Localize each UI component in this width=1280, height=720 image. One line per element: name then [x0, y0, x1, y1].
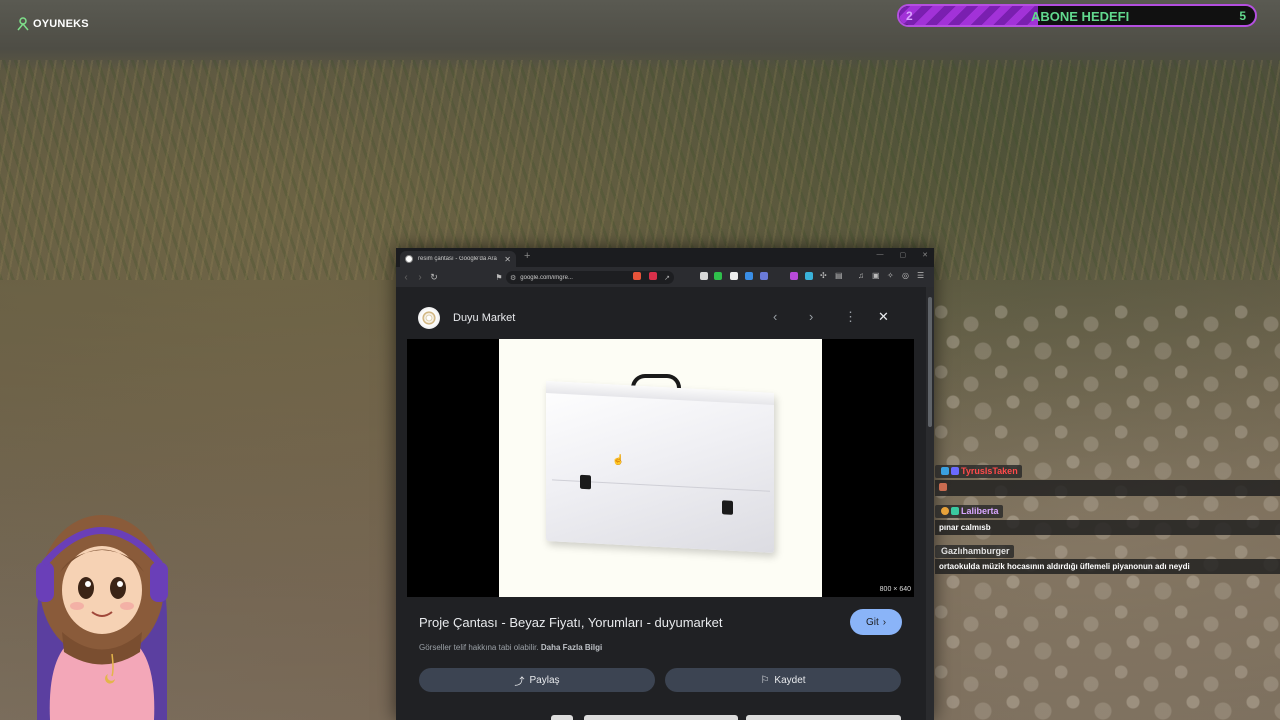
previous-image-icon[interactable]: ‹ [773, 309, 777, 324]
stream-chat: TyrusIsTaken Laliberta pınar calmısb Gaz… [935, 462, 1280, 580]
visit-label: Git [865, 616, 879, 628]
chat-message: Laliberta pınar calmısb [935, 502, 1280, 535]
related-image[interactable] [746, 715, 901, 720]
source-row: Duyu Market ‹ › ⋮ ✕ [418, 307, 903, 329]
share-icon: ⤴ [514, 676, 525, 688]
copyright-text: Görseller telif hakkına tabi olabilir. [419, 643, 539, 652]
goal-end-value: 5 [1239, 9, 1246, 23]
bag-clasp [722, 500, 733, 515]
minimize-icon[interactable]: — [877, 251, 884, 259]
next-image-icon[interactable]: › [809, 309, 813, 324]
image-dimensions: 800 × 640 [879, 586, 911, 593]
extension-icon[interactable] [760, 272, 768, 280]
tab-title: resim çantası - Google'da Ara [418, 256, 497, 262]
menu-icon[interactable]: ☰ [917, 271, 924, 280]
new-tab-button[interactable]: + [524, 250, 530, 262]
related-image[interactable] [551, 715, 573, 720]
badge-icon [941, 467, 949, 475]
chat-username: TyrusIsTaken [961, 466, 1018, 476]
background-grass [0, 60, 1280, 280]
browser-window: resim çantası - Google'da Ara ✕ + — ▢ ✕ … [396, 248, 934, 720]
related-image[interactable] [584, 715, 738, 720]
sidebar-icon[interactable]: ▤ [835, 271, 843, 280]
result-title[interactable]: Proje Çantası - Beyaz Fiyatı, Yorumları … [419, 615, 722, 630]
page-scrollbar[interactable] [926, 287, 934, 720]
source-name[interactable]: Duyu Market [453, 312, 515, 324]
white-project-bag [546, 381, 774, 553]
goal-start-value: 2 [906, 9, 913, 23]
maximize-icon[interactable]: ▢ [900, 251, 907, 259]
chevron-right-icon: › [882, 616, 887, 628]
goal-label: ABONE HEDEFI [1031, 9, 1130, 24]
extension-icon[interactable] [745, 272, 753, 280]
brave-shield-icon[interactable] [633, 272, 641, 280]
save-button[interactable]: ⚐ Kaydet [665, 668, 901, 692]
scrollbar-thumb[interactable] [928, 297, 932, 427]
source-logo-icon [418, 307, 440, 329]
url-text: google.com/imgre... [520, 274, 573, 281]
chat-username: Laliberta [961, 506, 999, 516]
window-controls: — ▢ ✕ [877, 251, 929, 259]
google-favicon-icon [405, 255, 413, 263]
ai-assistant-icon[interactable]: ✧ [887, 271, 894, 280]
tab-bar: resim çantası - Google'da Ara ✕ + — ▢ ✕ [396, 248, 934, 267]
streamer-avatar [36, 515, 168, 720]
extension-icon[interactable] [790, 272, 798, 280]
controller-logo-icon [17, 17, 29, 31]
site-info-icon[interactable]: ⚙ [510, 274, 516, 282]
reload-icon[interactable]: ↻ [427, 272, 441, 283]
close-window-icon[interactable]: ✕ [922, 251, 928, 259]
media-icon[interactable]: ♫ [858, 271, 864, 280]
rewards-icon[interactable] [649, 272, 657, 280]
product-image[interactable]: ☝ [499, 339, 822, 597]
chat-text: ortaokulda müzik hocasının aldırdığı üfl… [935, 559, 1280, 574]
vpn-icon[interactable]: ◎ [902, 271, 909, 280]
chat-message: TyrusIsTaken [935, 462, 1280, 496]
browser-toolbar: ‹ › ↻ ⚑ ⚙ google.com/imgre... ⌕ ↗ ✣ ▤ ♫ … [396, 267, 934, 287]
save-label: Kaydet [774, 674, 806, 686]
mouse-cursor-icon: ☝ [612, 455, 625, 466]
chat-username: Gazlıhamburger [941, 546, 1010, 556]
bag-clasp [580, 474, 591, 490]
goal-progress-fill [899, 6, 1038, 25]
channel-logo: OYUNEKS [16, 17, 89, 31]
badge-icon [951, 507, 959, 515]
extension-icon[interactable] [730, 272, 738, 280]
share-label: Paylaş [529, 674, 560, 686]
extension-icon[interactable] [714, 272, 722, 280]
learn-more-link[interactable]: Daha Fazla Bilgi [541, 643, 602, 652]
share-button[interactable]: ⤴ Paylaş [419, 668, 655, 692]
close-preview-icon[interactable]: ✕ [878, 309, 889, 325]
wallet-icon[interactable]: ▣ [872, 271, 880, 280]
more-options-icon[interactable]: ⋮ [844, 309, 857, 325]
chat-message: Gazlıhamburger ortaokulda müzik hocasını… [935, 541, 1280, 574]
extension-icon[interactable] [700, 272, 708, 280]
extension-icon[interactable] [805, 272, 813, 280]
bookmark-save-icon: ⚐ [760, 674, 770, 686]
close-tab-icon[interactable]: ✕ [504, 255, 511, 264]
chat-text: pınar calmısb [935, 520, 1280, 535]
chat-text [935, 480, 1280, 496]
back-arrow-icon[interactable]: ‹ [399, 272, 413, 283]
bookmark-icon[interactable]: ⚑ [492, 273, 506, 282]
copyright-notice: Görseller telif hakkına tabi olabilir. D… [419, 643, 602, 652]
badge-icon [941, 507, 949, 515]
subscriber-goal-bar: 2 ABONE HEDEFI 5 [897, 4, 1257, 27]
forward-arrow-icon[interactable]: › [413, 272, 427, 283]
image-viewer[interactable]: ☝ 800 × 640 [407, 339, 914, 597]
image-preview-panel: Duyu Market ‹ › ⋮ ✕ ☝ 800 × 640 Proje Ça… [396, 287, 926, 720]
badge-icon [951, 467, 959, 475]
related-images-strip [396, 707, 926, 720]
tab-google-search[interactable]: resim çantası - Google'da Ara ✕ [400, 251, 516, 267]
visit-button[interactable]: Git › [850, 609, 902, 635]
emote-icon [939, 483, 947, 491]
share-page-icon[interactable]: ↗ [664, 274, 670, 282]
puzzle-extensions-icon[interactable]: ✣ [820, 271, 827, 280]
logo-text: OYUNEKS [33, 18, 89, 30]
